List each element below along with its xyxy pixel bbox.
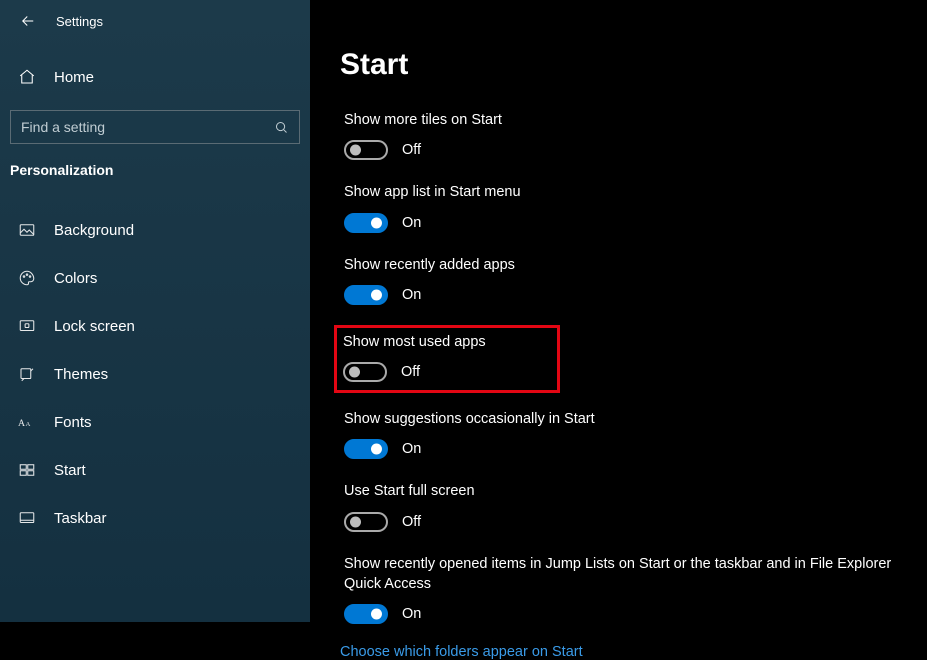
setting-group: Show most used apps Off: [334, 325, 560, 393]
toggle-switch[interactable]: [344, 439, 388, 459]
sidebar: Settings Home Personalization Background…: [0, 0, 310, 622]
toggle-state-label: On: [402, 215, 421, 231]
toggle-knob: [371, 217, 382, 228]
toggle-knob: [349, 367, 360, 378]
search-box[interactable]: [10, 110, 300, 144]
toggle-row: On: [344, 213, 921, 233]
toggle-switch[interactable]: [343, 362, 387, 382]
sidebar-item-label: Background: [54, 222, 134, 239]
sidebar-item-colors[interactable]: Colors: [0, 254, 310, 302]
toggle-knob: [350, 516, 361, 527]
sidebar-item-label: Fonts: [54, 414, 92, 431]
setting-group: Use Start full screen Off: [340, 479, 927, 535]
sidebar-category: Personalization: [0, 144, 310, 188]
sidebar-item-label: Colors: [54, 270, 97, 287]
toggle-switch[interactable]: [344, 140, 388, 160]
fonts-icon: AA: [18, 415, 40, 429]
sidebar-home-label: Home: [54, 69, 94, 86]
toggle-knob: [371, 289, 382, 300]
setting-group: Show suggestions occasionally in Start On: [340, 407, 927, 463]
sidebar-item-label: Taskbar: [54, 510, 107, 527]
toggle-state-label: On: [402, 287, 421, 303]
toggle-row: Off: [344, 512, 921, 532]
main-content: Start Show more tiles on Start Off Show ap…: [310, 0, 927, 622]
toggle-knob: [371, 609, 382, 620]
sidebar-nav: Background Colors Lock screen Themes AA …: [0, 206, 310, 542]
sidebar-home[interactable]: Home: [0, 58, 310, 96]
setting-label: Show recently added apps: [344, 255, 904, 275]
toggle-knob: [371, 444, 382, 455]
search-icon: [274, 120, 289, 135]
choose-folders-link[interactable]: Choose which folders appear on Start: [340, 644, 927, 660]
toggle-row: On: [344, 285, 921, 305]
sidebar-item-label: Start: [54, 462, 86, 479]
setting-group: Show more tiles on Start Off: [340, 108, 927, 164]
sidebar-item-themes[interactable]: Themes: [0, 350, 310, 398]
page-title: Start: [340, 48, 927, 82]
setting-label: Show more tiles on Start: [344, 110, 904, 130]
back-button[interactable]: [12, 6, 44, 36]
start-icon: [18, 461, 40, 479]
setting-label: Show app list in Start menu: [344, 182, 904, 202]
toggle-switch[interactable]: [344, 512, 388, 532]
sidebar-item-start[interactable]: Start: [0, 446, 310, 494]
sidebar-item-label: Themes: [54, 366, 108, 383]
sidebar-item-lock-screen[interactable]: Lock screen: [0, 302, 310, 350]
picture-icon: [18, 221, 40, 239]
toggle-state-label: On: [402, 606, 421, 622]
sidebar-item-background[interactable]: Background: [0, 206, 310, 254]
toggle-switch[interactable]: [344, 213, 388, 233]
setting-group: Show recently added apps On: [340, 253, 927, 309]
sidebar-item-label: Lock screen: [54, 318, 135, 335]
toggle-state-label: On: [402, 441, 421, 457]
toggle-switch[interactable]: [344, 604, 388, 624]
lock-screen-icon: [18, 317, 40, 335]
setting-label: Show most used apps: [343, 332, 551, 352]
setting-group: Show recently opened items in Jump Lists…: [340, 552, 927, 629]
toggle-row: Off: [344, 140, 921, 160]
setting-group: Show app list in Start menu On: [340, 180, 927, 236]
search-input[interactable]: [21, 119, 274, 135]
toggle-row: On: [344, 439, 921, 459]
sidebar-header: Settings: [0, 6, 310, 36]
toggle-state-label: Off: [402, 142, 421, 158]
sidebar-item-fonts[interactable]: AA Fonts: [0, 398, 310, 446]
svg-text:A: A: [18, 418, 25, 429]
taskbar-icon: [18, 509, 40, 527]
toggle-state-label: Off: [402, 514, 421, 530]
window-title: Settings: [56, 14, 103, 29]
themes-icon: [18, 365, 40, 383]
sidebar-item-taskbar[interactable]: Taskbar: [0, 494, 310, 542]
toggle-knob: [350, 145, 361, 156]
toggle-row: On: [344, 604, 921, 624]
palette-icon: [18, 269, 40, 287]
setting-label: Use Start full screen: [344, 481, 904, 501]
toggle-row: Off: [343, 362, 551, 382]
setting-label: Show recently opened items in Jump Lists…: [344, 554, 904, 595]
toggle-switch[interactable]: [344, 285, 388, 305]
svg-text:A: A: [26, 421, 31, 428]
arrow-left-icon: [19, 12, 37, 30]
home-icon: [18, 68, 40, 86]
toggle-state-label: Off: [401, 364, 420, 380]
setting-label: Show suggestions occasionally in Start: [344, 409, 904, 429]
